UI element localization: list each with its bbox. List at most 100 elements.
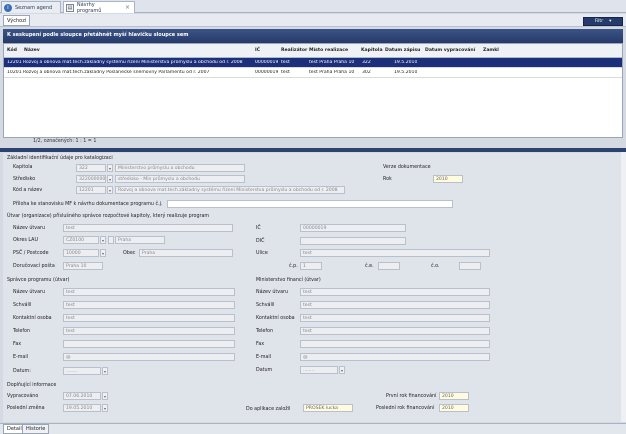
mf-datum-label: Datum	[256, 368, 273, 373]
ce-label: č.e.	[365, 264, 374, 269]
okres-label: Okres LAU	[13, 238, 38, 243]
cell-nazev: Rozvoj a obnova mat.tech.základny systém…	[23, 60, 243, 65]
column-header-zamkl[interactable]: Zamkl	[483, 48, 499, 53]
calendar-dropdown-button[interactable]: ▾	[102, 367, 108, 375]
tab-vychozi[interactable]: Výchozí	[3, 15, 31, 26]
sp-telefon-field[interactable]: test	[63, 327, 235, 335]
rok-field[interactable]: 2010	[433, 175, 463, 183]
stredisko-dropdown-button[interactable]: ▾	[107, 175, 113, 183]
kod-dropdown-button[interactable]: ▾	[107, 186, 113, 194]
tab-seznam-agend[interactable]: i Seznam agend	[1, 1, 61, 13]
priloha-field[interactable]	[167, 200, 453, 208]
kapitola-label: Kapitola	[13, 165, 33, 170]
column-header-realizator[interactable]: Realizátor	[281, 48, 307, 53]
mf-datum-field[interactable]: ........	[300, 366, 338, 374]
vypracovano-field[interactable]: 07.06.2010	[63, 392, 101, 400]
column-header-kod[interactable]: Kód	[7, 48, 17, 53]
cell-misto: test Praha Praha 10	[309, 60, 355, 65]
splitter[interactable]	[0, 148, 626, 152]
table-row[interactable]: 10201 Rozvoj a obnova mat.tech.základny …	[4, 68, 622, 78]
column-header-nazev[interactable]: Název	[24, 48, 40, 53]
kapitola-dropdown-button[interactable]: ▾	[107, 164, 113, 172]
tab-label: Seznam agend	[15, 4, 53, 11]
sp-datum-field[interactable]: ........	[63, 367, 101, 375]
ulice-field[interactable]: test	[300, 249, 490, 257]
tab-historie[interactable]: Historie	[22, 424, 50, 434]
kapitola-name-field: Ministerstvo průmyslu a obchodu	[115, 164, 245, 172]
posledni-rok-field[interactable]: 2010	[439, 404, 469, 412]
posledni-rok-label: Poslední rok financování	[376, 406, 435, 411]
bottom-tab-bar	[0, 423, 626, 434]
filter-button[interactable]: Filtr ▾	[583, 17, 623, 26]
detail-panel: Základní identifikační údaje pro katalog…	[3, 153, 623, 422]
ce-field[interactable]	[378, 262, 400, 270]
sp-nazev-field[interactable]: test	[63, 288, 235, 296]
kapitola-code-field[interactable]: 322	[76, 164, 106, 172]
sp-kontakt-field[interactable]: test	[63, 314, 235, 322]
mf-email-field[interactable]: @	[300, 353, 490, 361]
calendar-dropdown-button[interactable]: ▾	[102, 404, 108, 412]
mf-kontakt-field[interactable]: test	[300, 314, 490, 322]
verze-label: Verze dokumentace	[383, 165, 431, 170]
group-by-banner[interactable]: K seskupení podle sloupce přetáhnět myší…	[3, 29, 623, 43]
sp-email-label: E-mail	[13, 355, 29, 360]
dic-field[interactable]	[300, 237, 406, 245]
spravce-nazev-field[interactable]: test	[63, 224, 233, 232]
close-icon[interactable]: ×	[125, 4, 130, 11]
stredisko-code-field[interactable]: 322000000	[76, 175, 106, 183]
filter-label: Filtr	[594, 19, 604, 24]
sp-telefon-label: Telefon	[13, 329, 31, 334]
column-header-datum-vypracovani[interactable]: Datum vypracování	[425, 48, 475, 53]
zmena-field[interactable]: 19.05.2010	[63, 404, 101, 412]
mf-telefon-label: Telefon	[256, 329, 274, 334]
mf-kontakt-label: Kontaktní osoba	[256, 316, 295, 321]
okres-dropdown-button[interactable]: ▾	[100, 236, 106, 244]
sp-email-field[interactable]: @	[63, 353, 235, 361]
tab-label: Návrhy programů	[76, 1, 102, 14]
mf-schvalil-field[interactable]: test	[300, 301, 490, 309]
column-header-kapitola[interactable]: Kapitola	[361, 48, 383, 53]
prvni-rok-field[interactable]: 2010	[439, 392, 469, 400]
stredisko-name-field: středisko - Min průmyslu a obchodu	[115, 175, 245, 183]
programs-table: Kód Název IČ Realizátor Místo realizace …	[3, 43, 623, 138]
cell-ic: 00000019	[255, 60, 279, 65]
cell-realizator: test	[281, 60, 290, 65]
info-icon: i	[4, 3, 12, 12]
okres-check-field[interactable]	[108, 236, 114, 244]
mf-nazev-field[interactable]: test	[300, 288, 490, 296]
sp-schvalil-label: Schválil	[13, 303, 32, 308]
column-header-ic[interactable]: IČ	[255, 48, 260, 53]
cell-datum-zapisu: 19.5.2010	[394, 60, 418, 65]
column-header-misto[interactable]: Místo realizace	[309, 48, 348, 53]
column-header-datum-zapisu[interactable]: Datum zápisu	[385, 48, 420, 53]
table-row[interactable]: 12201 Rozvoj a obnova mat.tech.základny …	[4, 58, 622, 68]
sp-fax-label: Fax	[13, 342, 22, 347]
sp-schvalil-field[interactable]: test	[63, 301, 235, 309]
mf-telefon-field[interactable]: test	[300, 327, 490, 335]
co-field[interactable]	[459, 262, 481, 270]
sp-fax-field[interactable]	[63, 340, 235, 348]
okres-name-field: Praha	[115, 236, 165, 244]
section-title-basic: Základní identifikační údaje pro katalog…	[7, 156, 113, 161]
obec-field[interactable]: Praha	[139, 249, 233, 257]
cp-field[interactable]: 1	[300, 262, 322, 270]
document-icon: ▤	[66, 3, 74, 12]
calendar-dropdown-button[interactable]: ▾	[339, 366, 345, 374]
table-header: Kód Název IČ Realizátor Místo realizace …	[4, 44, 622, 58]
detail-scrollbar[interactable]	[621, 152, 626, 422]
mf-fax-field[interactable]	[300, 340, 490, 348]
calendar-dropdown-button[interactable]: ▾	[102, 392, 108, 400]
posta-field[interactable]: Praha 10	[63, 262, 103, 270]
spravce-nazev-label: Název útvaru	[13, 226, 46, 231]
kod-code-field[interactable]: 12201	[76, 186, 106, 194]
mf-fax-label: Fax	[256, 342, 265, 347]
section-title-spravce-programu: Správce programu (útvar)	[7, 278, 70, 283]
section-title-extra: Doplňující informace	[7, 383, 57, 388]
psc-dropdown-button[interactable]: ▾	[100, 249, 106, 257]
ic-field[interactable]: 00000019	[300, 224, 406, 232]
tab-navrhy-programu[interactable]: ▤ Návrhy programů ×	[63, 1, 135, 14]
priloha-label: Příloha ke stanovisku MF k návrhu dokume…	[13, 202, 163, 207]
rok-label: Rok	[383, 177, 392, 182]
psc-field[interactable]: 10000	[63, 249, 99, 257]
okres-code-field[interactable]: CZ0100	[63, 236, 99, 244]
